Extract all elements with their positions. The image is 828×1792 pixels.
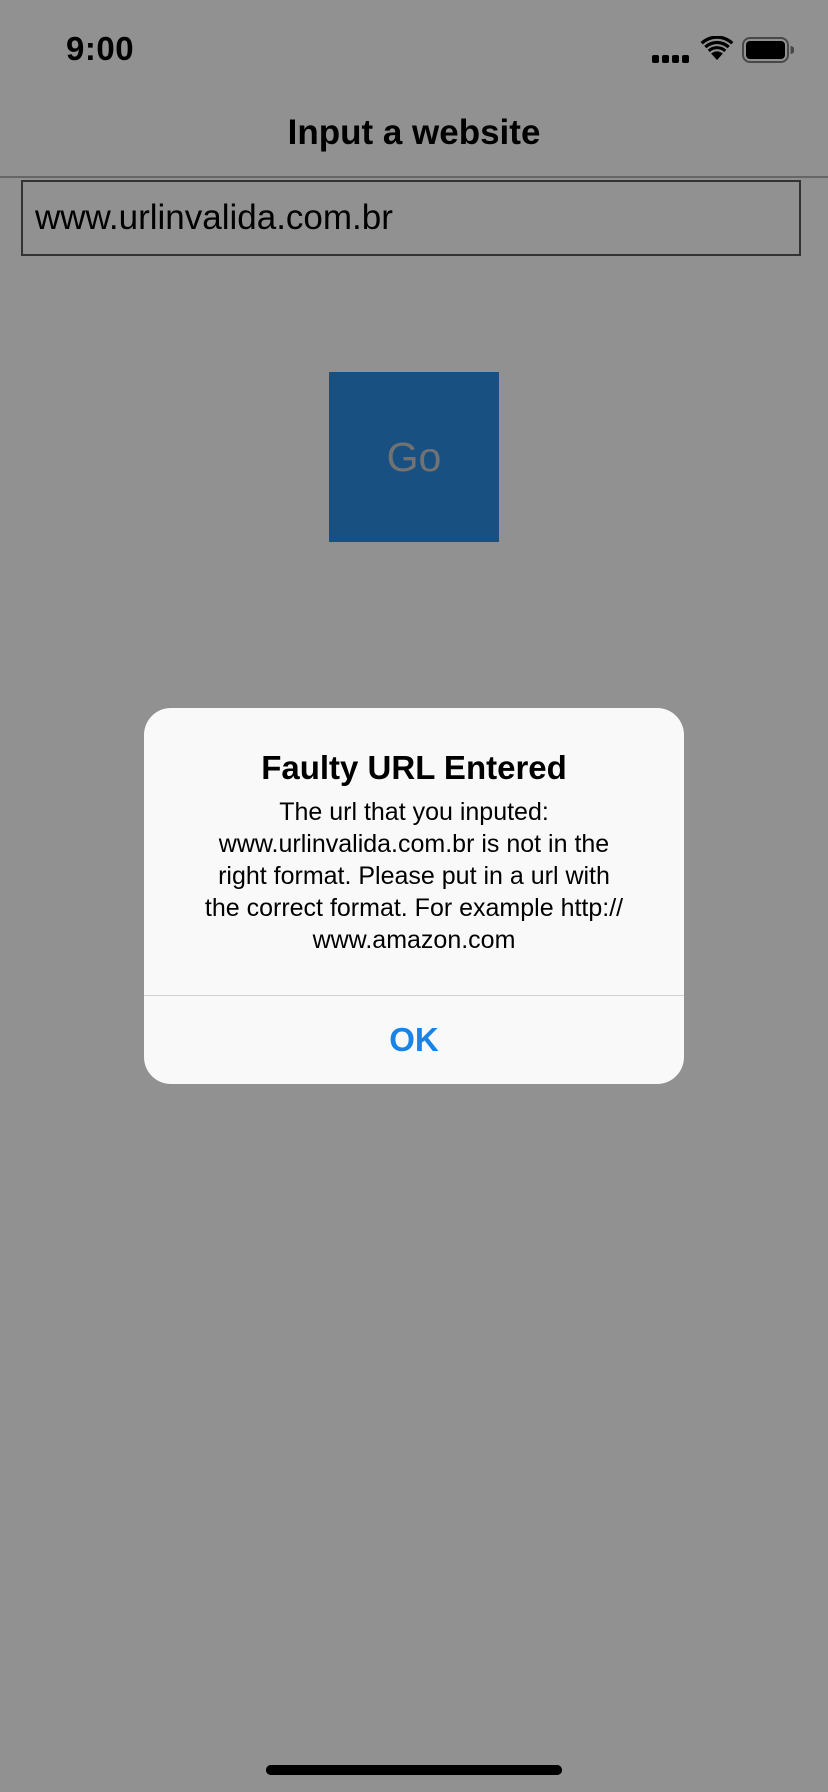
go-button[interactable]: Go [329, 372, 499, 542]
ok-button-label: OK [389, 1021, 439, 1058]
status-time: 9:00 [66, 30, 135, 67]
wifi-icon [700, 36, 734, 60]
battery-icon [742, 37, 794, 63]
ok-button[interactable]: OK [144, 996, 684, 1084]
go-button-label: Go [386, 433, 442, 480]
alert-title: Faulty URL Entered [261, 749, 567, 786]
page-title: Input a website [287, 113, 541, 152]
home-indicator-bar[interactable] [266, 1765, 562, 1775]
status-bar: 9:00 [0, 0, 828, 100]
alert-dialog: Faulty URL Entered The url that you inpu… [144, 708, 684, 1084]
navigation-bar: Input a website [0, 100, 828, 178]
alert-message: The url that you inputed: www.urlinvalid… [204, 798, 624, 954]
url-input[interactable] [21, 180, 801, 256]
cellular-signal-icon [652, 55, 689, 63]
